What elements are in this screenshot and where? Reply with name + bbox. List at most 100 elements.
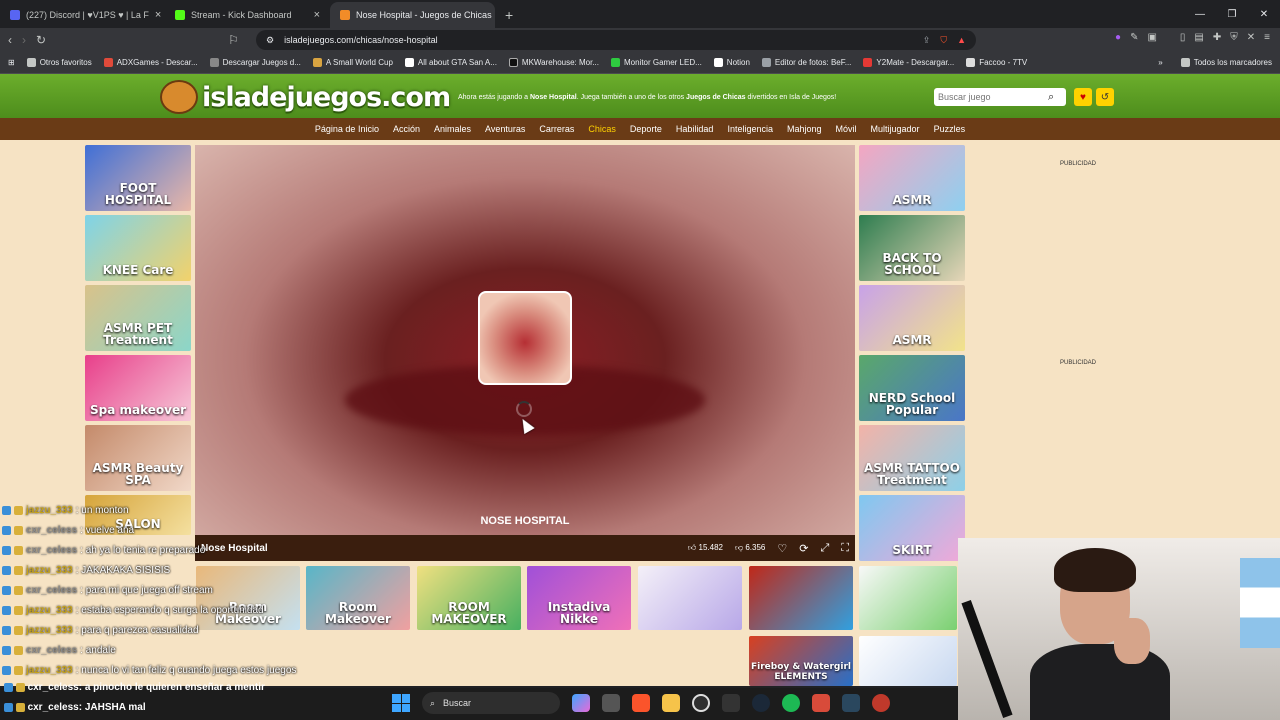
nav-deporte[interactable]: Deporte xyxy=(630,124,662,134)
new-tab-button[interactable]: + xyxy=(495,2,523,28)
fullscreen-icon[interactable]: ⛶ xyxy=(841,542,849,555)
game-thumbnail[interactable]: NERD School Popular xyxy=(859,355,965,421)
steam-icon[interactable] xyxy=(842,694,860,712)
bookmark-item[interactable]: Editor de fotos: BeF... xyxy=(761,58,851,67)
forward-icon[interactable]: › xyxy=(22,33,26,47)
menu-icon[interactable]: ≡ xyxy=(1264,32,1270,43)
tab-nose-hospital[interactable]: Nose Hospital - Juegos de Chicas × xyxy=(330,2,495,28)
file-explorer-icon[interactable] xyxy=(662,694,680,712)
dislike-button[interactable]: 👎︎ 6.356 xyxy=(735,543,765,553)
badge-icon xyxy=(4,682,13,692)
history-button[interactable]: ↺ xyxy=(1096,88,1114,106)
badge-icon xyxy=(15,702,25,712)
game-thumbnail[interactable]: ASMR Beauty SPA xyxy=(85,425,191,491)
steam-icon[interactable] xyxy=(752,694,770,712)
game-thumbnail[interactable]: Instadiva Nikke xyxy=(527,566,631,630)
spotify-icon[interactable] xyxy=(782,694,800,712)
nav-multijugador[interactable]: Multijugador xyxy=(871,124,920,134)
search-input[interactable] xyxy=(938,92,1048,102)
all-bookmarks[interactable]: » Todos los marcadores xyxy=(1158,58,1272,67)
brave-shield-icon[interactable]: ⛉ xyxy=(940,35,947,46)
game-thumbnail[interactable]: SKIRT xyxy=(859,495,965,561)
game-thumbnail[interactable]: ASMR xyxy=(859,285,965,351)
thumbs-down-icon: 👎︎ xyxy=(735,543,744,552)
game-thumbnail[interactable]: ASMR PET Treatment xyxy=(85,285,191,351)
wallet-icon[interactable]: ▤ xyxy=(1194,32,1203,43)
expand-icon[interactable]: ⤢ xyxy=(820,542,829,555)
windows-start-icon[interactable] xyxy=(392,694,410,712)
tab-kick[interactable]: Stream - Kick Dashboard × xyxy=(165,2,330,28)
nav-animales[interactable]: Animales xyxy=(434,124,471,134)
bookmark-item[interactable]: All about GTA San A... xyxy=(404,58,497,67)
taskbar-apps: ⌕ Buscar xyxy=(392,692,890,714)
game-thumbnail[interactable] xyxy=(638,566,742,630)
bookmark-item[interactable]: Monitor Gamer LED... xyxy=(610,58,702,67)
game-thumbnail[interactable]: ASMR xyxy=(859,145,965,211)
nav-aventuras[interactable]: Aventuras xyxy=(485,124,525,134)
bookmark-item[interactable]: MKWarehouse: Mor... xyxy=(508,58,599,67)
app-icon[interactable] xyxy=(812,694,830,712)
extension-icon[interactable]: ● xyxy=(1115,32,1121,43)
restart-icon[interactable]: ⟳ xyxy=(799,542,808,555)
taskbar-search[interactable]: ⌕ Buscar xyxy=(422,692,560,714)
game-thumbnail[interactable] xyxy=(749,566,853,630)
game-thumbnail[interactable]: Spa makeover xyxy=(85,355,191,421)
header-message: Ahora estás jugando a Nose Hospital. Jue… xyxy=(458,94,837,101)
site-logo[interactable]: isladejuegos.com xyxy=(160,80,451,114)
brave-rewards-icon[interactable]: ▲ xyxy=(957,35,966,46)
game-thumbnail[interactable]: KNEE Care xyxy=(85,215,191,281)
game-canvas[interactable]: NOSE HOSPITAL xyxy=(195,145,855,535)
vpn-icon[interactable]: ⛨ xyxy=(1230,32,1238,43)
back-icon[interactable]: ‹ xyxy=(8,33,12,47)
extension-icon[interactable]: ✎ xyxy=(1130,32,1138,43)
bookmark-item[interactable]: A Small World Cup xyxy=(312,58,393,67)
sidebar-icon[interactable]: ▯ xyxy=(1180,32,1186,43)
bookmark-icon[interactable]: ⚐ xyxy=(228,33,239,47)
nav-home[interactable]: Página de Inicio xyxy=(315,124,379,134)
game-thumbnail[interactable]: Fireboy & Watergirl ELEMENTS xyxy=(749,636,853,686)
game-thumbnail[interactable] xyxy=(859,636,957,686)
url-bar[interactable]: ⚙ isladejuegos.com/chicas/nose-hospital … xyxy=(256,30,976,50)
close-icon[interactable]: × xyxy=(314,9,320,21)
minimize-icon[interactable]: — xyxy=(1184,0,1216,28)
nav-movil[interactable]: Móvil xyxy=(836,124,857,134)
game-thumbnail[interactable]: FOOT HOSPITAL xyxy=(85,145,191,211)
like-button[interactable]: 👍︎ 15.482 xyxy=(688,543,723,553)
nav-mahjong[interactable]: Mahjong xyxy=(787,124,822,134)
close-window-icon[interactable]: ✕ xyxy=(1248,0,1280,28)
xbox-icon[interactable] xyxy=(692,694,710,712)
nav-inteligencia[interactable]: Inteligencia xyxy=(727,124,773,134)
epic-games-icon[interactable] xyxy=(722,694,740,712)
share-icon[interactable]: ⇪ xyxy=(923,35,931,46)
bookmark-item[interactable]: Y2Mate - Descargar... xyxy=(863,58,954,67)
bookmark-item[interactable]: Faccoo - 7TV xyxy=(966,58,1027,67)
game-thumbnail[interactable]: BACK TO SCHOOL xyxy=(859,215,965,281)
tab-discord[interactable]: (227) Discord | ♥V1PS ♥ | La F × xyxy=(0,2,165,28)
favorite-icon[interactable]: ♡ xyxy=(777,542,787,555)
favorites-button[interactable]: ♥ xyxy=(1074,88,1092,106)
site-info-icon[interactable]: ⚙ xyxy=(266,35,274,46)
game-thumbnail[interactable]: ASMR TATTOO Treatment xyxy=(859,425,965,491)
close-icon[interactable]: ✕ xyxy=(1247,32,1255,43)
brave-icon[interactable] xyxy=(632,694,650,712)
search-icon[interactable]: ⌕ xyxy=(1048,91,1054,104)
puzzle-icon[interactable]: ✚ xyxy=(1213,32,1221,43)
close-icon[interactable]: × xyxy=(155,9,161,21)
app-icon[interactable] xyxy=(872,694,890,712)
nav-carreras[interactable]: Carreras xyxy=(539,124,574,134)
nav-accion[interactable]: Acción xyxy=(393,124,420,134)
nav-habilidad[interactable]: Habilidad xyxy=(676,124,714,134)
nav-puzzles[interactable]: Puzzles xyxy=(934,124,966,134)
maximize-icon[interactable]: ❐ xyxy=(1216,0,1248,28)
game-thumbnail[interactable] xyxy=(859,566,957,630)
extension-icon[interactable]: ▣ xyxy=(1147,32,1156,43)
bookmark-item[interactable]: Otros favoritos xyxy=(26,58,92,67)
bookmark-item[interactable]: ADXGames - Descar... xyxy=(103,58,198,67)
reload-icon[interactable]: ↻ xyxy=(36,33,46,47)
app-icon[interactable] xyxy=(602,694,620,712)
copilot-icon[interactable] xyxy=(572,694,590,712)
nav-chicas[interactable]: Chicas xyxy=(588,124,616,134)
bookmark-item[interactable]: Notion xyxy=(713,58,750,67)
apps-icon[interactable]: ⊞ xyxy=(8,58,15,67)
bookmark-item[interactable]: Descargar Juegos d... xyxy=(209,58,301,67)
